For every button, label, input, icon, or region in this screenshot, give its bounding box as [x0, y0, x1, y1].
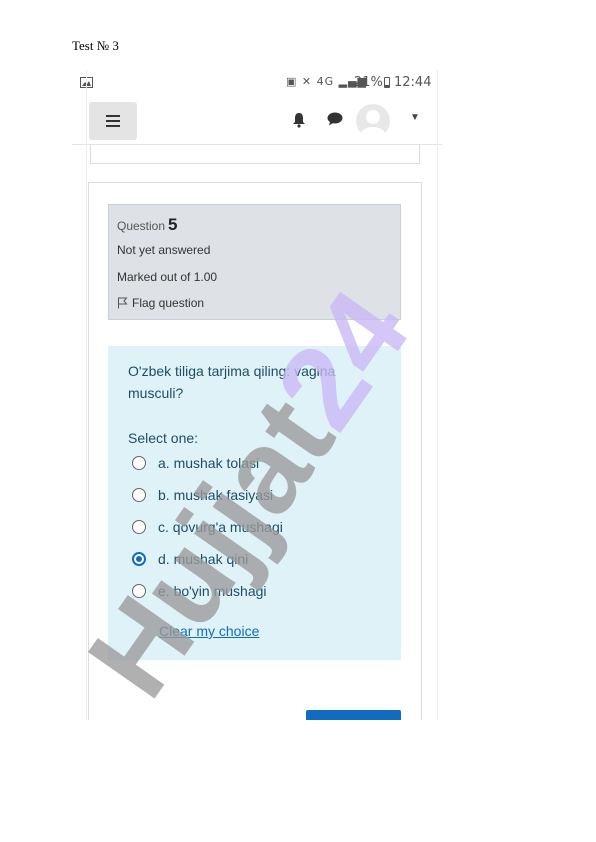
network-type: 4G: [316, 75, 335, 88]
user-silhouette-icon: [360, 110, 386, 138]
select-one-prompt: Select one:: [128, 430, 199, 446]
previous-question-card: [90, 144, 420, 164]
answer-label-c: c. qovurg'a mushagi: [158, 519, 283, 535]
clear-choice-link[interactable]: Clear my choice: [159, 623, 259, 639]
chevron-down-icon[interactable]: ▼: [410, 112, 420, 123]
question-info-panel: Question 5 Not yet answered Marked out of…: [108, 204, 401, 320]
phone-screenshot: ▣ ✕ 4G ▂▄▆ 21% 12:44 ▼ Question 5 Not ye…: [72, 70, 442, 720]
answer-radio-c[interactable]: [132, 520, 146, 534]
question-number-value: 5: [168, 215, 178, 234]
answer-label-e: e. bo'yin mushagi: [158, 583, 267, 599]
question-grade: Marked out of 1.00: [117, 270, 218, 284]
answer-radio-e[interactable]: [132, 584, 146, 598]
user-avatar[interactable]: [356, 104, 390, 138]
answer-radio-b[interactable]: [132, 488, 146, 502]
answer-radio-a[interactable]: [132, 456, 146, 470]
flag-question-button[interactable]: Flag question: [117, 296, 204, 310]
clock: 12:44: [394, 75, 432, 90]
page-border: [437, 70, 438, 720]
status-bar: ▣ ✕ 4G ▂▄▆ 21% 12:44: [72, 70, 442, 96]
flag-icon: [118, 297, 128, 309]
question-formulation: O'zbek tiligа tarjima qiling: vagina mus…: [108, 346, 401, 660]
question-label: Question: [117, 219, 166, 233]
battery-percentage: 21%: [354, 75, 383, 90]
page-border: [86, 70, 87, 720]
menu-icon[interactable]: [89, 102, 137, 140]
answer-label-d: d. mushak qini: [158, 551, 249, 567]
question-text: O'zbek tiligа tarjima qiling: vagina mus…: [128, 363, 336, 401]
document-header: Test № 3: [72, 38, 119, 53]
flag-question-label: Flag question: [132, 296, 205, 310]
messages-icon[interactable]: [327, 112, 343, 126]
question-number: Question 5: [117, 215, 178, 235]
battery-icon: [384, 77, 390, 88]
next-page-button[interactable]: [306, 710, 401, 720]
question-state: Not yet answered: [117, 243, 211, 257]
answer-label-a: a. mushak tolasi: [158, 455, 260, 471]
answer-label-b: b. mushak fasiyasi: [158, 487, 274, 503]
answer-radio-d[interactable]: [132, 552, 146, 566]
top-navbar: ▼: [72, 96, 442, 145]
notification-bell-icon[interactable]: [292, 112, 306, 128]
